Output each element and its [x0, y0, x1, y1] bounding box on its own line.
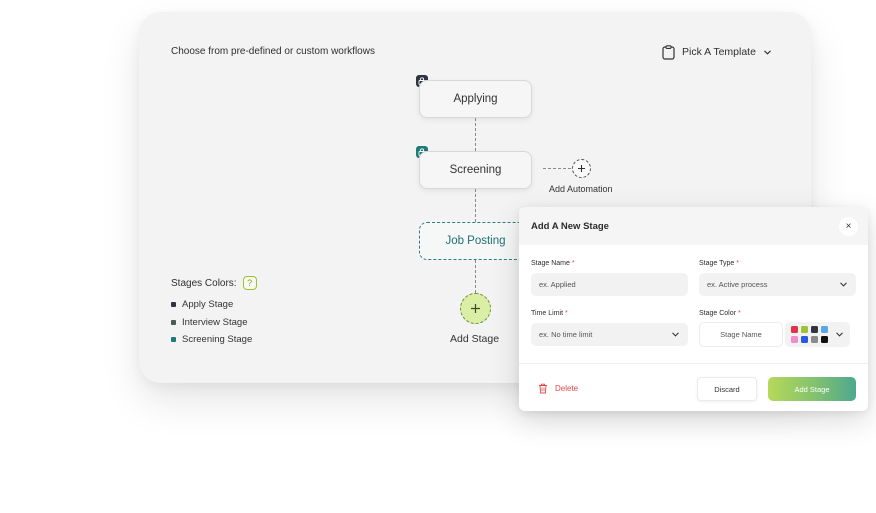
color-swatch-pink[interactable]	[791, 336, 798, 343]
add-automation-button[interactable]	[572, 159, 591, 178]
legend-item-label: Apply Stage	[182, 299, 234, 310]
time-limit-label: Time Limit *	[531, 310, 568, 317]
legend-color-dot	[171, 337, 176, 342]
stage-type-value: ex. Active process	[707, 280, 768, 289]
legend-item-label: Interview Stage	[182, 317, 248, 328]
field-label-text: Time Limit	[531, 310, 564, 317]
connector-line	[475, 260, 476, 293]
close-button[interactable]: ×	[839, 217, 858, 236]
color-swatch-black[interactable]	[821, 336, 828, 343]
stage-name-label: Stage Name *	[531, 260, 575, 267]
clipboard-icon	[662, 44, 675, 60]
color-swatch-dark[interactable]	[811, 326, 818, 333]
modal-title: Add A New Stage	[531, 221, 609, 232]
color-swatch-blue[interactable]	[801, 336, 808, 343]
delete-button[interactable]: Delete	[538, 383, 578, 394]
add-stage-label: Add Stage	[450, 333, 500, 345]
connector-line	[475, 189, 476, 222]
field-label-text: Stage Type	[699, 260, 735, 267]
chevron-down-icon	[672, 332, 679, 337]
color-swatch-green[interactable]	[801, 326, 808, 333]
pick-template-label: Pick A Template	[682, 46, 756, 58]
field-label-text: Stage Name	[531, 260, 570, 267]
chevron-down-icon	[764, 50, 771, 55]
stage-type-select[interactable]: ex. Active process	[699, 273, 856, 296]
stage-name-placeholder: ex. Applied	[539, 280, 576, 289]
chevron-down-icon	[840, 282, 847, 287]
add-automation-label: Add Automation	[549, 184, 613, 194]
stage-color-placeholder: Stage Name	[720, 330, 762, 339]
plus-icon	[578, 165, 585, 172]
help-icon[interactable]: ?	[242, 276, 257, 290]
stage-name-input[interactable]: ex. Applied	[531, 273, 688, 296]
connector-line	[475, 118, 476, 151]
delete-label: Delete	[555, 384, 579, 393]
legend-item: Screening Stage	[171, 334, 252, 345]
required-marker: *	[736, 260, 740, 267]
modal-header: Add A New Stage ×	[519, 207, 868, 245]
chevron-down-icon[interactable]	[835, 330, 844, 339]
stage-type-label: Stage Type *	[699, 260, 739, 267]
stages-colors-legend: Stages Colors: ?	[171, 276, 257, 290]
required-marker: *	[737, 310, 741, 317]
stage-node-job-posting[interactable]: Job Posting	[419, 222, 532, 260]
legend-color-dot	[171, 302, 176, 307]
add-stage-submit-label: Add Stage	[794, 384, 830, 394]
add-stage-button[interactable]	[460, 293, 491, 324]
color-swatch-red[interactable]	[791, 326, 798, 333]
time-limit-value: ex. No time limit	[539, 330, 593, 339]
legend-item: Apply Stage	[171, 299, 233, 310]
stage-node-label: Applying	[453, 93, 498, 105]
legend-color-dot	[171, 320, 176, 325]
color-swatch-light-blue[interactable]	[821, 326, 828, 333]
required-marker: *	[571, 260, 575, 267]
connector-line	[543, 168, 571, 169]
legend-item-label: Screening Stage	[182, 334, 253, 345]
stage-node-applying[interactable]: Applying	[419, 80, 532, 118]
stage-color-name-input[interactable]: Stage Name	[699, 322, 783, 347]
field-label-text: Stage Color	[699, 310, 736, 317]
color-swatch-gray[interactable]	[811, 336, 818, 343]
legend-item: Interview Stage	[171, 317, 247, 328]
add-stage-modal: Add A New Stage × Stage Name * ex. Applie…	[519, 207, 868, 411]
add-stage-submit-button[interactable]: Add Stage	[768, 377, 856, 401]
canvas-heading: Choose from pre-defined or custom workfl…	[171, 46, 375, 57]
trash-icon	[539, 383, 547, 394]
stage-color-label: Stage Color *	[699, 310, 741, 317]
plus-icon	[471, 304, 480, 313]
close-icon: ×	[845, 221, 852, 232]
stage-node-label: Screening	[449, 164, 502, 176]
discard-label: Discard	[714, 384, 740, 394]
pick-template-dropdown[interactable]: Pick A Template	[662, 43, 772, 61]
required-marker: *	[565, 310, 568, 317]
discard-button[interactable]: Discard	[697, 377, 757, 401]
legend-title: Stages Colors:	[171, 277, 237, 289]
stage-node-screening[interactable]: Screening	[419, 151, 532, 189]
time-limit-select[interactable]: ex. No time limit	[531, 323, 688, 346]
stage-node-label: Job Posting	[445, 235, 506, 247]
